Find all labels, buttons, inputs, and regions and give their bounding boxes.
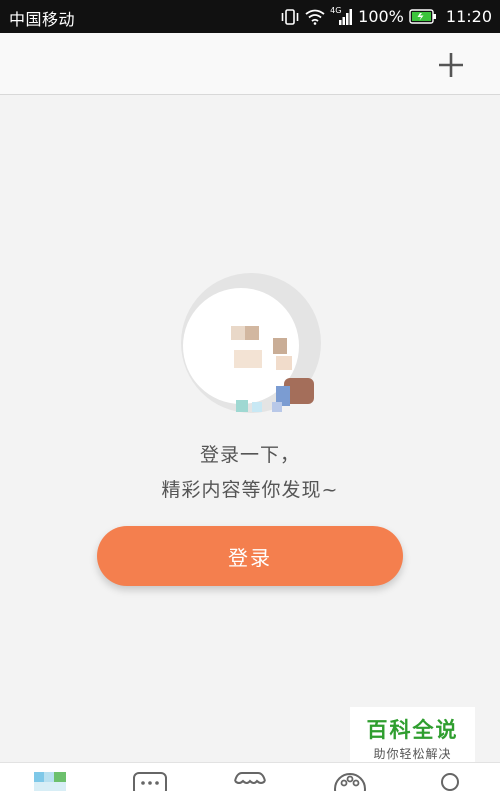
vibrate-icon — [280, 8, 300, 25]
status-bar: 中国移动 4G 100% 11:20 — [0, 0, 500, 33]
clock: 11:20 — [445, 7, 492, 26]
discover-icon — [330, 769, 370, 791]
chat-icon — [130, 769, 170, 791]
wifi-icon — [305, 9, 325, 25]
profile-icon — [430, 769, 470, 791]
login-button[interactable]: 登录 — [97, 526, 403, 586]
status-indicators: 4G 100% 11:20 — [280, 0, 492, 33]
add-button[interactable] — [436, 50, 466, 80]
plus-icon — [436, 53, 466, 84]
nav-shop[interactable] — [230, 769, 270, 791]
login-prompt-line2: 精彩内容等你发现~ — [161, 479, 339, 501]
top-bar — [0, 33, 500, 95]
nav-home[interactable] — [30, 769, 70, 791]
home-icon — [30, 769, 70, 791]
watermark: 百科全说 助你轻松解决 — [350, 707, 475, 765]
login-prompt-line1: 登录一下， — [199, 444, 300, 466]
battery-icon — [409, 9, 437, 24]
nav-messages[interactable] — [130, 769, 170, 791]
watermark-title: 百科全说 — [366, 718, 459, 742]
battery-percent: 100% — [358, 7, 404, 26]
bottom-nav — [0, 762, 500, 791]
nav-discover[interactable] — [330, 769, 370, 791]
network-type: 4G — [330, 5, 342, 15]
shop-icon — [230, 769, 270, 791]
nav-profile[interactable] — [430, 769, 470, 791]
cellular-signal-icon: 4G — [330, 5, 353, 25]
carrier-name: 中国移动 — [9, 10, 76, 29]
watermark-subtitle: 助你轻松解决 — [373, 747, 452, 761]
avatar-illustration — [176, 268, 326, 418]
